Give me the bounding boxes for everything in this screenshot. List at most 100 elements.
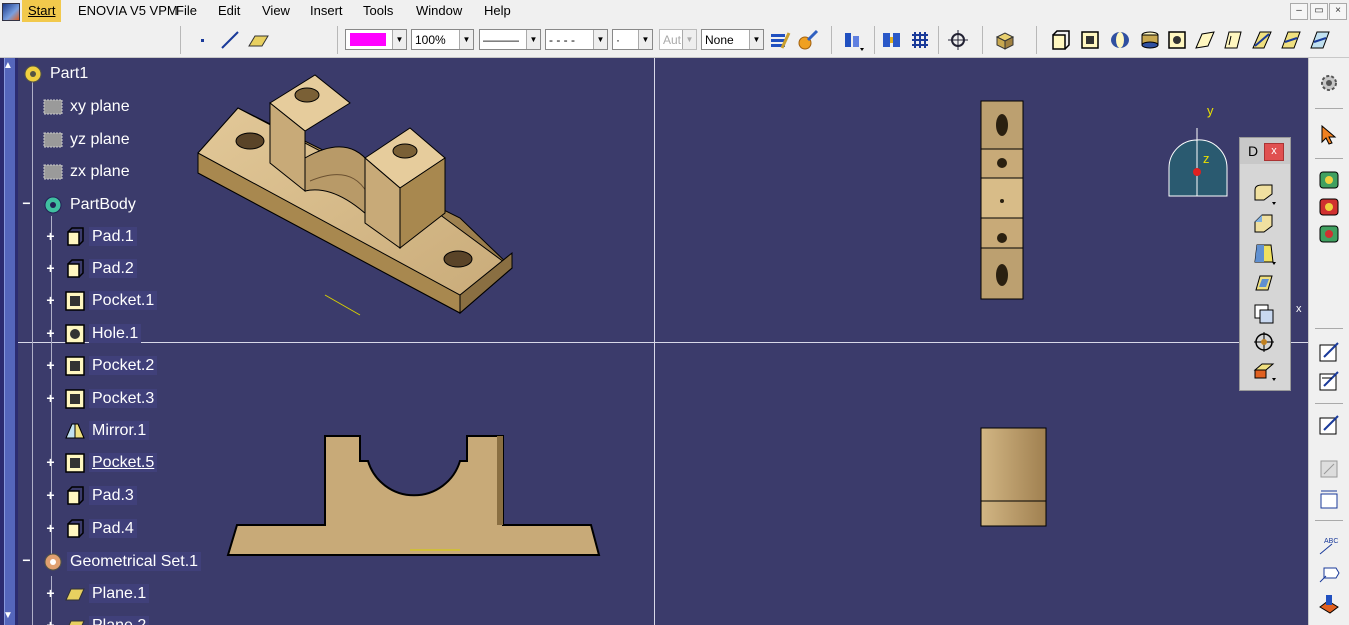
fillet-icon[interactable] (1252, 182, 1276, 206)
geometry-viewport[interactable]: y z x ▲ ▼ Part1 xy plane yz plane zx pla… (0, 58, 1308, 625)
layer-combo[interactable]: None ▼ (701, 29, 764, 50)
removed-multi-section-icon[interactable] (1308, 28, 1332, 52)
pad-icon[interactable] (1048, 28, 1072, 52)
expand-icon[interactable]: + (46, 618, 55, 625)
expand-icon[interactable]: + (46, 455, 55, 469)
stiffener-icon[interactable] (1250, 28, 1274, 52)
hole-icon[interactable] (1165, 28, 1189, 52)
top-view-part[interactable] (978, 98, 1028, 303)
menu-file[interactable]: File (170, 0, 203, 22)
menu-help[interactable]: Help (478, 0, 517, 22)
update-all-icon[interactable] (1318, 195, 1340, 217)
auto-combo[interactable]: Aut ▼ (659, 29, 697, 50)
menu-window[interactable]: Window (410, 0, 468, 22)
measure-icon[interactable] (880, 28, 904, 52)
expand-icon[interactable]: + (46, 326, 55, 340)
expand-icon[interactable]: + (46, 521, 55, 535)
transparency-combo[interactable]: 100% ▼ (411, 29, 474, 50)
tree-node-root[interactable]: Part1 (22, 62, 91, 86)
expand-icon[interactable]: + (46, 391, 55, 405)
point-style-combo[interactable]: · ▼ (612, 29, 653, 50)
snap-icon[interactable] (946, 28, 970, 52)
positioned-sketch-icon[interactable] (1318, 370, 1340, 392)
manual-update-icon[interactable] (1318, 222, 1340, 244)
thread-icon[interactable] (1252, 330, 1276, 354)
pocket-icon[interactable] (1078, 28, 1102, 52)
flag-note-icon[interactable] (1318, 562, 1340, 584)
tree-node-mirror-1[interactable]: Mirror.1 (64, 419, 150, 443)
shell-icon[interactable] (1252, 272, 1276, 296)
tree-node-zx-plane[interactable]: zx plane (42, 160, 133, 184)
expand-icon[interactable]: + (46, 488, 55, 502)
tree-node-pad-4[interactable]: Pad.4 (64, 517, 137, 541)
expand-icon[interactable]: + (46, 229, 55, 243)
groove-icon[interactable] (1138, 28, 1162, 52)
plane-icon[interactable] (246, 28, 270, 52)
chamfer-icon[interactable] (1252, 212, 1276, 236)
edit-sketch-icon[interactable] (1318, 414, 1340, 436)
collapse-icon[interactable]: − (22, 196, 31, 210)
compass-widget[interactable] (1165, 128, 1235, 203)
menu-edit[interactable]: Edit (212, 0, 246, 22)
close-button[interactable]: × (1329, 3, 1347, 20)
tree-scrollbar[interactable]: ▲ ▼ (0, 58, 18, 625)
tree-node-pad-3[interactable]: Pad.3 (64, 484, 137, 508)
tree-node-plane-2[interactable]: Plane.2 (64, 614, 150, 625)
expand-icon[interactable]: + (46, 293, 55, 307)
settings-gear-icon[interactable] (1318, 72, 1340, 94)
tree-node-partbody[interactable]: PartBody (42, 193, 139, 217)
tree-node-pocket-2[interactable]: Pocket.2 (64, 354, 158, 378)
side-view-part[interactable] (978, 425, 1050, 529)
graphic-properties-icon[interactable] (768, 28, 792, 52)
expand-icon[interactable]: + (46, 358, 55, 372)
shaft-icon[interactable] (1108, 28, 1132, 52)
collapse-icon[interactable]: − (22, 553, 31, 567)
line-icon[interactable] (218, 28, 242, 52)
3d-annotation-icon[interactable] (1318, 488, 1340, 510)
grid-icon[interactable] (908, 28, 932, 52)
catia-app-icon[interactable] (2, 3, 20, 21)
menu-enovia[interactable]: ENOVIA V5 VPM (72, 0, 184, 22)
front-view-part[interactable] (225, 433, 605, 563)
floating-toolbar-close-button[interactable]: x (1264, 143, 1284, 161)
linetype-combo[interactable]: ——— ▼ (479, 29, 541, 50)
menu-insert[interactable]: Insert (304, 0, 349, 22)
multi-section-solid-icon[interactable] (1279, 28, 1303, 52)
tree-node-pocket-1[interactable]: Pocket.1 (64, 289, 158, 313)
instantiate-icon[interactable] (994, 28, 1018, 52)
update-icon[interactable] (1318, 168, 1340, 190)
tree-node-pad-2[interactable]: Pad.2 (64, 257, 137, 281)
point-icon[interactable] (192, 28, 216, 52)
menu-tools[interactable]: Tools (357, 0, 399, 22)
menu-view[interactable]: View (256, 0, 296, 22)
restore-button[interactable]: ▭ (1310, 3, 1328, 20)
tree-node-hole-1[interactable]: Hole.1 (64, 322, 142, 346)
tree-node-pocket-3[interactable]: Pocket.3 (64, 387, 158, 411)
text-annotation-icon[interactable]: ABC (1318, 534, 1340, 556)
dash-combo[interactable]: - - - - ▼ (545, 29, 608, 50)
color-combo[interactable]: ▼ (345, 29, 407, 50)
menu-start[interactable]: Start (22, 0, 62, 22)
scroll-down-icon[interactable]: ▼ (3, 610, 13, 621)
painter-icon[interactable] (796, 28, 820, 52)
measure-item-icon[interactable] (1318, 593, 1340, 615)
tree-node-plane-1[interactable]: Plane.1 (64, 582, 150, 606)
tree-node-xy-plane[interactable]: xy plane (42, 95, 133, 119)
tree-node-yz-plane[interactable]: yz plane (42, 128, 133, 152)
minimize-button[interactable]: – (1290, 3, 1308, 20)
catalog-icon[interactable] (842, 28, 866, 52)
tree-node-geometrical-set-1[interactable]: Geometrical Set.1 (42, 550, 202, 574)
draft-icon[interactable] (1252, 242, 1276, 266)
tree-node-pocket-5[interactable]: Pocket.5 (64, 451, 158, 475)
rib-icon[interactable] (1193, 28, 1217, 52)
floating-toolbar[interactable]: D x (1239, 137, 1291, 391)
axis-system-icon[interactable] (1318, 458, 1340, 480)
scroll-up-icon[interactable]: ▲ (3, 60, 13, 71)
select-arrow-icon[interactable] (1318, 124, 1340, 146)
expand-icon[interactable]: + (46, 261, 55, 275)
sketch-icon[interactable] (1318, 341, 1340, 363)
tree-scroll-thumb[interactable] (4, 58, 15, 625)
tree-node-pad-1[interactable]: Pad.1 (64, 225, 137, 249)
expand-icon[interactable]: + (46, 586, 55, 600)
isometric-part-view[interactable] (190, 63, 530, 323)
